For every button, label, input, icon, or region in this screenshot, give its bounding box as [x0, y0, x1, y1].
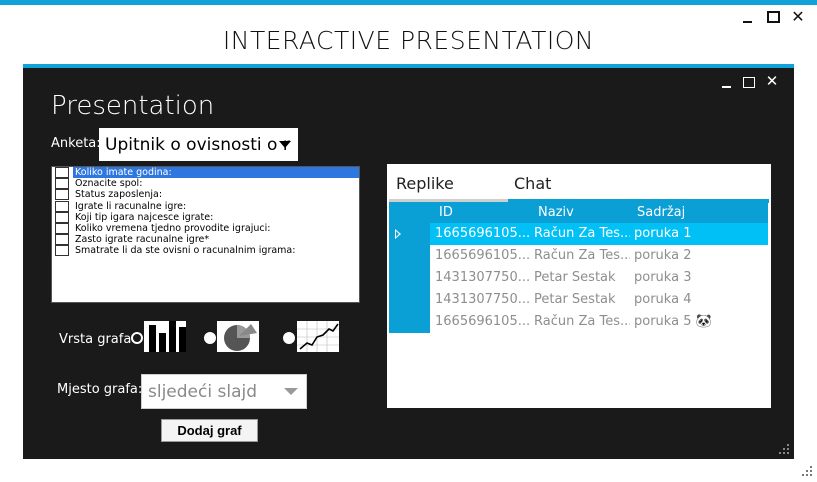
question-item[interactable]: Koliko imate godina:	[52, 167, 359, 180]
cell-sadrzaj[interactable]: poruka 5 🐼	[634, 314, 754, 329]
inner-close-button[interactable]: ✕	[764, 72, 780, 90]
cell-naziv[interactable]: Račun Za Tes...	[534, 226, 630, 241]
chat-grid[interactable]: ID Naziv Sadržaj 1665696105... Račun Za T…	[389, 202, 768, 333]
inner-minimize-button[interactable]	[720, 76, 732, 88]
question-text: Koliko imate godina:	[72, 167, 359, 180]
question-item[interactable]: Koliko vremena tjedno provodite igrajuci…	[52, 223, 359, 235]
table-row[interactable]: 1665696105... Račun Za Tes... poruka 1	[389, 223, 768, 245]
cell-id[interactable]: 1665696105...	[435, 314, 531, 329]
question-item[interactable]: Koji tip igara najcesce igrate:	[52, 211, 359, 223]
question-checkbox[interactable]	[55, 245, 69, 257]
question-item[interactable]: Zasto igrate racunalne igre*	[52, 234, 359, 246]
chevron-down-icon[interactable]	[279, 140, 291, 148]
column-header-naziv[interactable]: Naziv	[538, 205, 574, 220]
table-row[interactable]: 1431307750... Petar Šestak poruka 4	[389, 289, 768, 311]
inner-resize-grip-icon[interactable]	[779, 444, 791, 456]
row-header-cell[interactable]	[389, 289, 430, 311]
add-graph-button[interactable]: Dodaj graf	[161, 419, 258, 442]
question-checkbox[interactable]	[55, 211, 69, 223]
cell-naziv[interactable]: Petar Šestak	[534, 292, 630, 307]
question-text: Smatrate li da ste ovisni o racunalnim i…	[75, 245, 296, 257]
graph-place-label: Mjesto grafa:	[57, 382, 143, 397]
cell-sadrzaj[interactable]: poruka 2	[634, 248, 754, 263]
current-row-arrow-inner	[396, 231, 399, 237]
top-accent-bar	[0, 0, 817, 5]
question-checkbox[interactable]	[55, 234, 69, 246]
outer-maximize-button[interactable]	[766, 10, 780, 24]
graph-place-select[interactable]: sljedeći slajd	[141, 374, 307, 409]
bar-chart-icon[interactable]	[144, 321, 186, 352]
question-item[interactable]: Smatrate li da ste ovisni o racunalnim i…	[52, 245, 359, 257]
question-checkbox[interactable]	[55, 189, 69, 201]
outer-minimize-button[interactable]	[740, 10, 754, 24]
radio-line-chart[interactable]	[283, 332, 295, 344]
page-title: Presentation	[51, 91, 215, 121]
survey-select-value: Upitnik o ovisnosti o r	[105, 134, 290, 155]
cell-id[interactable]: 1665696105...	[435, 248, 531, 263]
table-row[interactable]: 1665696105... Račun Za Tes... poruka 5 🐼	[389, 311, 768, 333]
row-header-cell[interactable]	[389, 267, 430, 289]
cell-id[interactable]: 1431307750...	[435, 270, 531, 285]
outer-resize-grip-icon[interactable]	[802, 466, 814, 478]
question-text: Oznacite spol:	[75, 178, 143, 190]
question-item[interactable]: Oznacite spol:	[52, 178, 359, 190]
grid-header: ID Naziv Sadržaj	[389, 202, 768, 223]
row-header-cell[interactable]	[389, 223, 430, 245]
chevron-down-icon[interactable]	[284, 387, 298, 395]
cell-sadrzaj[interactable]: poruka 4	[634, 292, 754, 307]
question-text: Igrate li racunalne igre:	[75, 200, 187, 212]
chat-panel: Replike Chat ID Naziv Sadržaj 1665696105…	[387, 164, 771, 408]
cell-id[interactable]: 1431307750...	[435, 292, 531, 307]
radio-bar-chart[interactable]	[131, 332, 143, 344]
question-list[interactable]: Koliko imate godina: Oznacite spol: Status…	[51, 166, 360, 303]
row-header-cell[interactable]	[389, 311, 430, 333]
question-checkbox[interactable]	[55, 178, 69, 190]
column-header-sadrzaj[interactable]: Sadržaj	[637, 205, 685, 220]
column-header-id[interactable]: ID	[439, 205, 453, 220]
cell-naziv[interactable]: Petar Šestak	[534, 270, 630, 285]
question-text: Status zaposlenja:	[75, 189, 163, 201]
line-chart-icon[interactable]	[297, 321, 339, 352]
question-text: Koliko vremena tjedno provodite igrajuci…	[75, 223, 271, 235]
question-text: Zasto igrate racunalne igre*	[75, 234, 210, 246]
radio-pie-chart[interactable]	[204, 332, 216, 344]
question-checkbox[interactable]	[55, 223, 69, 235]
survey-select[interactable]: Upitnik o ovisnosti o r	[99, 128, 298, 161]
graph-place-select-value: sljedeći slajd	[148, 381, 257, 402]
question-item[interactable]: Status zaposlenja:	[52, 189, 359, 201]
survey-label: Anketa:	[51, 136, 101, 151]
inner-accent-bar	[23, 64, 794, 68]
cell-sadrzaj[interactable]: poruka 1	[634, 226, 754, 241]
cell-id[interactable]: 1665696105...	[435, 226, 531, 241]
cell-sadrzaj[interactable]: poruka 3	[634, 270, 754, 285]
graph-type-label: Vrsta grafa	[59, 332, 132, 347]
outer-close-button[interactable]: ✕	[790, 7, 806, 26]
question-checkbox[interactable]	[55, 200, 69, 212]
presentation-window: ✕ Presentation Anketa: Upitnik o ovisnos…	[23, 64, 794, 459]
row-header-cell[interactable]	[389, 245, 430, 267]
tab-strip: Replike Chat	[387, 164, 771, 203]
table-row[interactable]: 1665696105... Račun Za Tes... poruka 2	[389, 245, 768, 267]
tab-replike[interactable]: Replike	[396, 174, 454, 193]
question-text: Koji tip igara najcesce igrate:	[75, 211, 214, 223]
cell-naziv[interactable]: Račun Za Tes...	[534, 314, 630, 329]
pie-chart-icon[interactable]	[217, 321, 259, 352]
cell-naziv[interactable]: Račun Za Tes...	[534, 248, 630, 263]
question-checkbox[interactable]	[55, 167, 69, 179]
outer-window-title: INTERACTIVE PRESENTATION	[222, 26, 595, 55]
question-item[interactable]: Igrate li racunalne igre:	[52, 200, 359, 212]
table-row[interactable]: 1431307750... Petar Šestak poruka 3	[389, 267, 768, 289]
tab-chat[interactable]: Chat	[514, 174, 551, 193]
inner-maximize-button[interactable]	[743, 76, 755, 88]
